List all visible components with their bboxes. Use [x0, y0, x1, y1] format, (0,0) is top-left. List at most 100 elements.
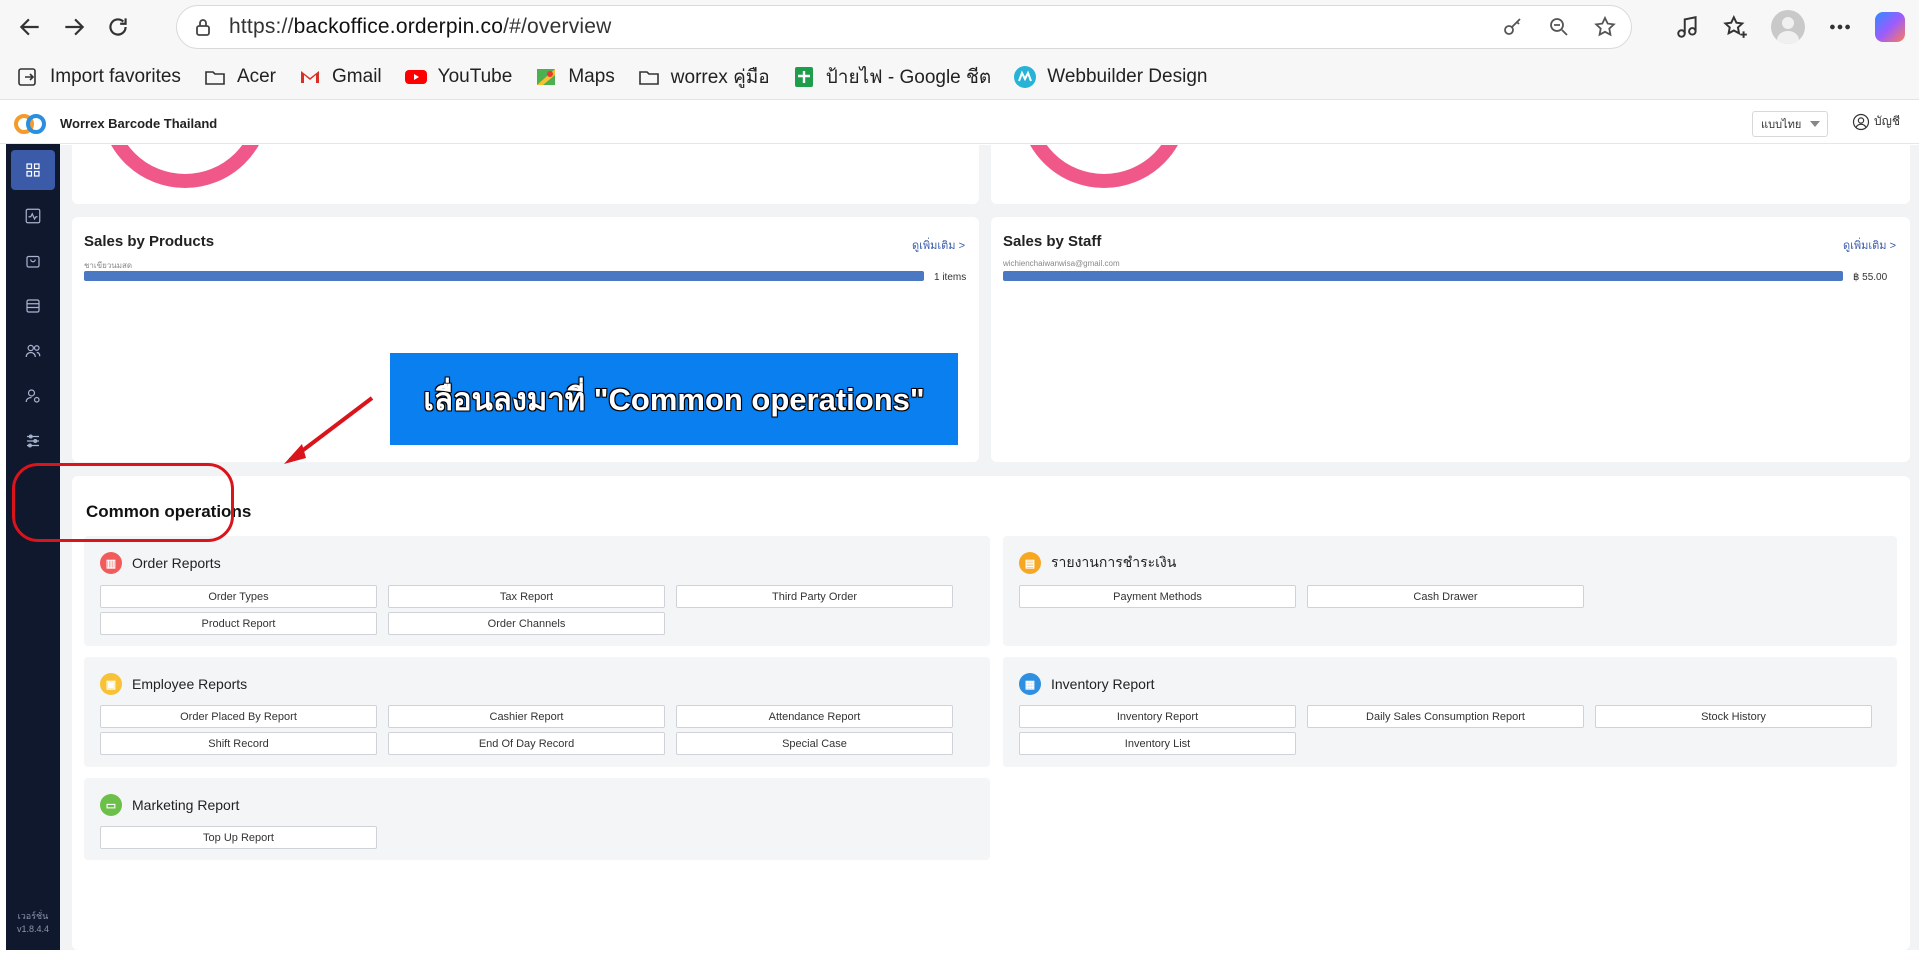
orderpin-logo-icon[interactable]	[0, 104, 60, 144]
sidebar-item-reports[interactable]	[11, 196, 55, 236]
op-special-case[interactable]: Special Case	[676, 732, 953, 755]
fav-youtube[interactable]: YouTube	[404, 65, 512, 89]
fav-gmail[interactable]: Gmail	[298, 65, 382, 89]
group-inventory-report: ▦ Inventory Report Inventory Report Dail…	[1003, 657, 1897, 767]
gmail-icon	[298, 65, 322, 89]
op-top-up-report[interactable]: Top Up Report	[100, 826, 377, 849]
sheets-icon	[792, 65, 816, 89]
fav-import-favorites[interactable]: Import favorites	[16, 65, 181, 89]
sidebar-item-dashboard[interactable]	[11, 150, 55, 190]
activity-icon	[25, 208, 41, 224]
op-tax-report[interactable]: Tax Report	[388, 585, 665, 608]
favorites-bar: Import favorites Acer Gmail YouTube Maps…	[0, 54, 1919, 100]
highlight-circle	[12, 463, 234, 542]
star-icon[interactable]	[1593, 15, 1617, 39]
op-stock-history[interactable]: Stock History	[1595, 705, 1872, 728]
sidebar: เวอร์ชั่น v1.8.4.4	[6, 144, 60, 950]
group-header: ▤ รายงานการชำระเงิน	[1019, 552, 1176, 574]
folder-icon	[203, 65, 227, 89]
group-order-reports: ▥ Order Reports Order Types Tax Report T…	[84, 536, 990, 646]
version-number: v1.8.4.4	[16, 924, 50, 934]
fav-label: Import favorites	[50, 65, 181, 87]
bar-value: 1 items	[934, 272, 967, 283]
box-icon	[26, 299, 40, 313]
more-icon[interactable]	[1827, 14, 1853, 40]
favorites-icon[interactable]	[1723, 14, 1749, 40]
sidebar-item-employees[interactable]	[11, 376, 55, 416]
group-employee-reports: ▣ Employee Reports Order Placed By Repor…	[84, 657, 990, 767]
profile-avatar[interactable]	[1771, 10, 1805, 44]
op-third-party-order[interactable]: Third Party Order	[676, 585, 953, 608]
group-header: ▥ Order Reports	[100, 552, 221, 574]
donut-chart-left	[100, 145, 270, 188]
group-header: ▣ Employee Reports	[100, 673, 247, 695]
url-host: backoffice.orderpin.co	[293, 15, 504, 38]
fav-sheets[interactable]: ป้ายไฟ - Google ชีต	[792, 62, 992, 92]
key-icon[interactable]	[1501, 15, 1525, 39]
grid-icon	[26, 163, 40, 177]
fav-label: Gmail	[332, 65, 382, 87]
op-cash-drawer[interactable]: Cash Drawer	[1307, 585, 1584, 608]
bar	[84, 271, 924, 281]
language-value: แบบไทย	[1761, 119, 1802, 131]
common-operations-card: Common operations ▥ Order Reports Order …	[72, 476, 1910, 950]
card-title: Sales by Products	[84, 233, 215, 250]
media-icon[interactable]	[1675, 14, 1701, 40]
op-inventory-list[interactable]: Inventory List	[1019, 732, 1296, 755]
address-bar[interactable]: https://backoffice.orderpin.co/#/overvie…	[176, 5, 1632, 49]
op-order-types[interactable]: Order Types	[100, 585, 377, 608]
op-attendance-report[interactable]: Attendance Report	[676, 705, 953, 728]
fav-label: worrex คู่มือ	[670, 66, 770, 88]
more-link[interactable]: ดูเพิ่มเติม >	[912, 236, 965, 254]
more-link[interactable]: ดูเพิ่มเติม >	[1843, 236, 1896, 254]
fav-label: Webbuilder Design	[1047, 65, 1208, 87]
sidebar-item-customers[interactable]	[11, 331, 55, 371]
back-arrow-icon	[19, 18, 39, 36]
browser-toolbar: https://backoffice.orderpin.co/#/overvie…	[0, 0, 1919, 54]
ticket-icon: ▭	[100, 794, 122, 816]
copilot-icon[interactable]	[1875, 12, 1905, 42]
op-daily-sales-consumption-report[interactable]: Daily Sales Consumption Report	[1307, 705, 1584, 728]
op-cashier-report[interactable]: Cashier Report	[388, 705, 665, 728]
sidebar-item-products[interactable]	[11, 241, 55, 281]
import-icon	[16, 65, 40, 89]
op-end-of-day-record[interactable]: End Of Day Record	[388, 732, 665, 755]
fav-worrex-manual[interactable]: worrex คู่มือ	[637, 62, 770, 92]
sliders-icon	[27, 434, 39, 448]
op-payment-methods[interactable]: Payment Methods	[1019, 585, 1296, 608]
fav-maps[interactable]: Maps	[534, 65, 615, 89]
op-order-placed-by-report[interactable]: Order Placed By Report	[100, 705, 377, 728]
chart-card-left	[72, 145, 979, 204]
fav-label: ป้ายไฟ - Google ชีต	[825, 66, 992, 88]
url-path: /#/overview	[503, 15, 612, 38]
reload-button[interactable]	[96, 5, 140, 49]
zoom-out-icon[interactable]	[1547, 15, 1571, 39]
fav-webbuilder[interactable]: Webbuilder Design	[1013, 65, 1207, 89]
url-scheme: https://	[229, 15, 294, 38]
op-order-channels[interactable]: Order Channels	[388, 612, 665, 635]
op-product-report[interactable]: Product Report	[100, 612, 377, 635]
op-shift-record[interactable]: Shift Record	[100, 732, 377, 755]
user-circle-icon	[1852, 113, 1870, 130]
card-title: Sales by Staff	[1003, 233, 1102, 250]
account-button[interactable]: บัญชี	[1852, 112, 1900, 131]
instruction-callout: เลื่อนลงมาที่ "Common operations"	[390, 353, 958, 445]
sidebar-item-settings[interactable]	[11, 421, 55, 461]
app-header: Worrex Barcode Thailand แบบไทย บัญชี	[0, 104, 1919, 144]
webbuilder-icon	[1013, 65, 1037, 89]
back-button[interactable]	[8, 5, 52, 49]
chart-bar-icon: ▥	[100, 552, 122, 574]
op-inventory-report[interactable]: Inventory Report	[1019, 705, 1296, 728]
fav-acer[interactable]: Acer	[203, 65, 276, 89]
id-badge-icon: ▣	[100, 673, 122, 695]
account-label: บัญชี	[1874, 114, 1900, 128]
maps-icon	[534, 65, 558, 89]
group-marketing-report: ▭ Marketing Report Top Up Report	[84, 778, 990, 860]
sidebar-item-inventory[interactable]	[11, 286, 55, 326]
version-info: เวอร์ชั่น v1.8.4.4	[6, 910, 60, 936]
language-select[interactable]: แบบไทย	[1752, 111, 1828, 137]
donut-chart-right	[1019, 145, 1189, 188]
reload-icon	[109, 18, 127, 36]
forward-button[interactable]	[52, 5, 96, 49]
bag-icon	[26, 255, 40, 268]
